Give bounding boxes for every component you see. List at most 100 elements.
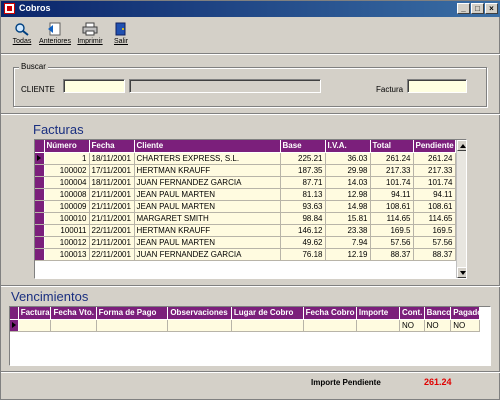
table-cell[interactable]: 21/11/2001 [89,212,135,225]
table-cell[interactable] [231,319,304,332]
table-cell[interactable]: 100008 [44,188,90,201]
table-cell[interactable]: 21/11/2001 [89,200,135,213]
table-cell[interactable]: 14.98 [325,200,371,213]
table-cell[interactable]: NO [399,319,425,332]
facturas-grid[interactable]: Número Fecha Cliente Base I.V.A. Total Pendien… [34,139,467,279]
row-indicator[interactable] [35,164,45,177]
table-cell[interactable]: 94.11 [413,188,456,201]
table-cell[interactable] [96,319,169,332]
table-cell[interactable]: 114.65 [370,212,414,225]
table-row[interactable]: NO NO NO [10,319,480,332]
table-cell[interactable]: JUAN FERNANDEZ GARCIA [134,176,281,189]
row-indicator[interactable] [35,188,45,201]
table-cell[interactable] [356,319,400,332]
table-row[interactable]: 100004 18/11/2001 JUAN FERNANDEZ GARCIA 87.… [35,176,456,189]
table-cell[interactable]: 29.98 [325,164,371,177]
table-cell[interactable] [167,319,232,332]
table-cell[interactable]: 21/11/2001 [89,188,135,201]
table-cell[interactable]: JUAN FERNANDEZ GARCIA [134,248,281,261]
table-cell[interactable]: JEAN PAUL MARTEN [134,188,281,201]
table-cell[interactable]: 22/11/2001 [89,248,135,261]
column-header[interactable]: Base [280,140,326,153]
column-header[interactable]: Cont. [399,307,425,320]
table-cell[interactable]: 261.24 [370,152,414,165]
facturas-scrollbar[interactable] [456,140,466,278]
table-cell[interactable]: 57.56 [413,236,456,249]
table-cell[interactable]: 22/11/2001 [89,224,135,237]
column-header[interactable]: Número [44,140,90,153]
table-cell[interactable]: MARGARET SMITH [134,212,281,225]
row-indicator[interactable] [35,152,45,165]
salir-button[interactable]: Salir [109,22,133,50]
column-header[interactable]: Forma de Pago [96,307,169,320]
table-cell[interactable]: CHARTERS EXPRESS, S.L. [134,152,281,165]
table-cell[interactable]: 114.65 [413,212,456,225]
close-button[interactable]: × [485,3,498,14]
todas-button[interactable]: Todas [7,22,37,50]
table-row[interactable]: 100012 21/11/2001 JEAN PAUL MARTEN 49.62 7.9… [35,236,456,249]
table-cell[interactable]: 101.74 [370,176,414,189]
table-cell[interactable]: 187.35 [280,164,326,177]
table-cell[interactable] [303,319,357,332]
table-row[interactable]: 100013 22/11/2001 JUAN FERNANDEZ GARCIA 76.… [35,248,456,261]
table-cell[interactable]: 23.38 [325,224,371,237]
column-header[interactable]: Pagado [450,307,480,320]
table-cell[interactable]: HERTMAN KRAUFF [134,164,281,177]
table-row[interactable]: 100008 21/11/2001 JEAN PAUL MARTEN 81.13 12.… [35,188,456,201]
table-cell[interactable]: 100010 [44,212,90,225]
table-row[interactable]: 100002 17/11/2001 HERTMAN KRAUFF 187.35 29.9… [35,164,456,177]
table-cell[interactable]: 100002 [44,164,90,177]
table-cell[interactable]: 18/11/2001 [89,176,135,189]
title-bar[interactable]: Cobros _ □ × [1,1,500,17]
table-cell[interactable]: 14.03 [325,176,371,189]
vencimientos-grid[interactable]: Factura Fecha Vto. Forma de Pago Observacio… [9,306,491,366]
column-header[interactable]: Cliente [134,140,281,153]
table-cell[interactable]: NO [450,319,480,332]
row-indicator[interactable] [35,212,45,225]
table-cell[interactable]: JEAN PAUL MARTEN [134,236,281,249]
table-cell[interactable]: 100013 [44,248,90,261]
cliente-code-input[interactable] [63,79,125,93]
table-cell[interactable]: NO [424,319,452,332]
table-cell[interactable]: HERTMAN KRAUFF [134,224,281,237]
table-cell[interactable]: 76.18 [280,248,326,261]
table-cell[interactable]: 12.98 [325,188,371,201]
row-indicator[interactable] [35,200,45,213]
table-cell[interactable]: 88.37 [370,248,414,261]
imprimir-button[interactable]: Imprimir [75,22,105,50]
table-cell[interactable]: 100012 [44,236,90,249]
column-header[interactable]: Fecha Cobro [303,307,357,320]
table-cell[interactable]: 100004 [44,176,90,189]
row-indicator[interactable] [10,319,19,332]
table-cell[interactable]: 88.37 [413,248,456,261]
table-row[interactable]: 100009 21/11/2001 JEAN PAUL MARTEN 93.63 14.… [35,200,456,213]
row-indicator[interactable] [35,236,45,249]
column-header[interactable]: Banco [424,307,452,320]
table-cell[interactable]: 101.74 [413,176,456,189]
column-header[interactable]: Importe [356,307,400,320]
column-header[interactable]: Fecha [89,140,135,153]
scroll-up-icon[interactable] [457,140,466,151]
table-cell[interactable]: JEAN PAUL MARTEN [134,200,281,213]
table-cell[interactable]: 7.94 [325,236,371,249]
row-indicator[interactable] [35,248,45,261]
table-cell[interactable]: 12.19 [325,248,371,261]
table-cell[interactable]: 57.56 [370,236,414,249]
column-header[interactable]: Fecha Vto. [50,307,97,320]
table-cell[interactable]: 17/11/2001 [89,164,135,177]
table-cell[interactable]: 49.62 [280,236,326,249]
table-cell[interactable]: 21/11/2001 [89,236,135,249]
table-cell[interactable]: 108.61 [370,200,414,213]
table-row[interactable]: 100010 21/11/2001 MARGARET SMITH 98.84 15.81… [35,212,456,225]
table-cell[interactable]: 100009 [44,200,90,213]
table-cell[interactable]: 169.5 [370,224,414,237]
column-header[interactable]: Total [370,140,414,153]
factura-input[interactable] [407,79,467,93]
table-cell[interactable]: 261.24 [413,152,456,165]
table-cell[interactable]: 87.71 [280,176,326,189]
table-cell[interactable]: 1 [44,152,90,165]
column-header[interactable]: I.V.A. [325,140,371,153]
table-cell[interactable]: 146.12 [280,224,326,237]
row-indicator[interactable] [35,224,45,237]
table-cell[interactable]: 217.33 [413,164,456,177]
